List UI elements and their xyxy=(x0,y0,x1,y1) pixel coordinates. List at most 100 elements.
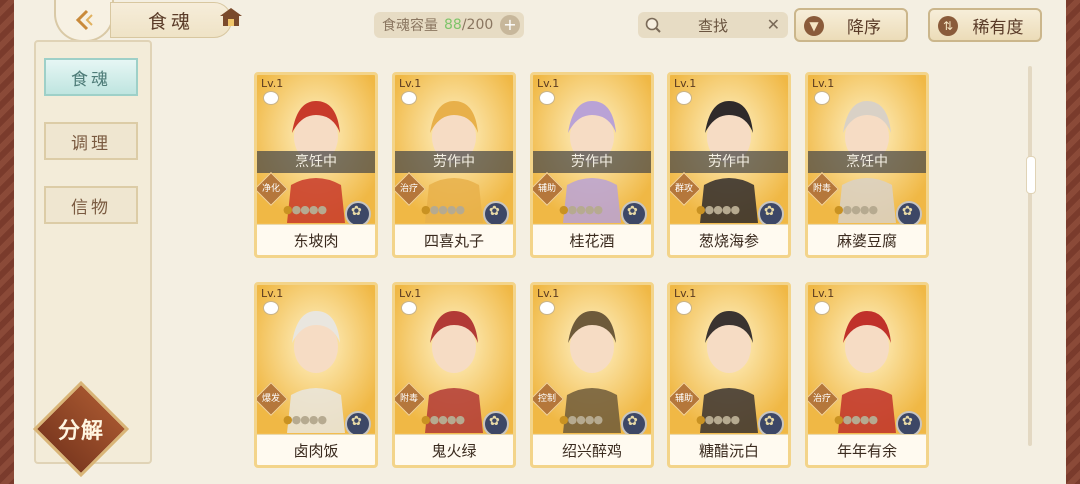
back-button[interactable] xyxy=(54,0,114,42)
rarity-filter-button[interactable]: ⇅ 稀有度 xyxy=(928,8,1042,42)
star-icon: ● xyxy=(559,413,569,426)
star-icon: ● xyxy=(283,203,293,216)
card-status: 劳作中 xyxy=(533,151,651,173)
star-icon: ● xyxy=(455,413,465,426)
food-soul-card[interactable]: Lv.1 劳作中群攻●●●●● 葱烧海参 xyxy=(667,72,791,258)
food-soul-card[interactable]: Lv.1 烹饪中附毒●●●●● 麻婆豆腐 xyxy=(805,72,929,258)
star-icon: ● xyxy=(559,203,569,216)
card-level: Lv.1 xyxy=(399,287,422,300)
food-soul-card[interactable]: Lv.1 爆发●●●●● 卤肉饭 xyxy=(254,282,378,468)
card-stars: ●●●●● xyxy=(421,203,465,216)
card-stars: ●●●●● xyxy=(696,203,740,216)
food-soul-card[interactable]: Lv.1 劳作中辅助●●●●● 桂花酒 xyxy=(530,72,654,258)
food-soul-card[interactable]: Lv.1 劳作中治疗●●●●● 四喜丸子 xyxy=(392,72,516,258)
food-soul-card[interactable]: Lv.1 辅助●●●●● 糖醋沅白 xyxy=(667,282,791,468)
star-icon: ● xyxy=(704,413,715,426)
card-stars: ●●●●● xyxy=(834,203,878,216)
star-icon: ● xyxy=(429,413,440,426)
card-name: 绍兴醉鸡 xyxy=(533,434,651,465)
card-stars: ●●●●● xyxy=(283,203,327,216)
rarity-label: 稀有度 xyxy=(972,17,1024,38)
chat-bubble-icon xyxy=(401,301,417,315)
card-role: 爆发 xyxy=(261,394,280,404)
capacity-display: 食魂容量 88 /200 + xyxy=(374,12,524,38)
sidebar-item-tokens[interactable]: 信物 xyxy=(44,186,138,224)
food-soul-card[interactable]: Lv.1 治疗●●●●● 年年有余 xyxy=(805,282,929,468)
star-icon: ● xyxy=(842,413,853,426)
star-icon: ● xyxy=(291,413,302,426)
chat-bubble-icon xyxy=(814,301,830,315)
food-soul-card[interactable]: Lv.1 附毒●●●●● 鬼火绿 xyxy=(392,282,516,468)
star-icon: ● xyxy=(713,413,723,426)
star-icon: ● xyxy=(576,413,586,426)
card-status: 劳作中 xyxy=(395,151,513,173)
sidebar-item-cooking[interactable]: 调理 xyxy=(44,122,138,160)
card-role: 辅助 xyxy=(537,184,556,194)
star-icon: ● xyxy=(421,203,431,216)
food-soul-card[interactable]: Lv.1 控制●●●●● 绍兴醉鸡 xyxy=(530,282,654,468)
add-capacity-button[interactable]: + xyxy=(500,15,520,35)
card-role: 净化 xyxy=(261,184,280,194)
chat-bubble-icon xyxy=(676,301,692,315)
star-icon: ● xyxy=(455,203,465,216)
card-level: Lv.1 xyxy=(812,287,835,300)
chat-bubble-icon xyxy=(676,91,692,105)
star-icon: ● xyxy=(429,203,440,216)
card-stars: ●●●●● xyxy=(696,413,740,426)
star-icon: ● xyxy=(567,413,578,426)
card-name: 年年有余 xyxy=(808,434,926,465)
card-role: 附毒 xyxy=(399,394,418,404)
scrollbar-thumb[interactable] xyxy=(1026,156,1036,194)
chat-bubble-icon xyxy=(263,301,279,315)
star-icon: ● xyxy=(317,413,327,426)
search-bar[interactable]: 查找 ✕ xyxy=(638,12,788,38)
sort-label: 降序 xyxy=(847,17,881,38)
card-level: Lv.1 xyxy=(537,77,560,90)
scrollbar-track[interactable] xyxy=(1028,66,1032,446)
sort-toggle-icon: ⇅ xyxy=(938,16,958,36)
star-icon: ● xyxy=(283,413,293,426)
card-role: 群攻 xyxy=(674,184,693,194)
sort-order-button[interactable]: ▼ 降序 xyxy=(794,8,908,42)
card-status: 劳作中 xyxy=(670,151,788,173)
star-icon: ● xyxy=(593,413,603,426)
star-icon: ● xyxy=(438,203,448,216)
card-stars: ●●●●● xyxy=(559,203,603,216)
card-level: Lv.1 xyxy=(674,77,697,90)
card-name: 桂花酒 xyxy=(533,224,651,255)
star-icon: ● xyxy=(300,413,310,426)
card-name: 东坡肉 xyxy=(257,224,375,255)
clear-icon[interactable]: ✕ xyxy=(767,15,780,34)
card-role: 附毒 xyxy=(812,184,831,194)
home-icon[interactable] xyxy=(218,6,244,28)
star-icon: ● xyxy=(438,413,448,426)
card-level: Lv.1 xyxy=(812,77,835,90)
card-status: 烹饪中 xyxy=(257,151,375,173)
card-stars: ●●●●● xyxy=(834,413,878,426)
card-level: Lv.1 xyxy=(261,77,284,90)
card-level: Lv.1 xyxy=(261,287,284,300)
card-level: Lv.1 xyxy=(537,287,560,300)
card-role: 治疗 xyxy=(812,394,831,404)
decompose-button[interactable]: 分解 xyxy=(32,380,130,478)
star-icon: ● xyxy=(713,203,723,216)
star-icon: ● xyxy=(696,203,706,216)
card-role: 治疗 xyxy=(399,184,418,194)
star-icon: ● xyxy=(730,203,740,216)
star-icon: ● xyxy=(300,203,310,216)
sort-down-icon: ▼ xyxy=(804,16,824,36)
card-role: 控制 xyxy=(537,394,556,404)
card-stars: ●●●●● xyxy=(559,413,603,426)
capacity-label: 食魂容量 xyxy=(382,18,438,34)
star-icon: ● xyxy=(730,413,740,426)
star-icon: ● xyxy=(593,203,603,216)
card-stars: ●●●●● xyxy=(421,413,465,426)
capacity-current: 88 xyxy=(444,17,462,33)
star-icon: ● xyxy=(868,413,878,426)
decompose-label: 分解 xyxy=(57,419,104,444)
sidebar-item-food-souls[interactable]: 食魂 xyxy=(44,58,138,96)
card-status: 烹饪中 xyxy=(808,151,926,173)
chat-bubble-icon xyxy=(263,91,279,105)
food-soul-card[interactable]: Lv.1 烹饪中净化●●●●● 东坡肉 xyxy=(254,72,378,258)
star-icon: ● xyxy=(851,203,861,216)
